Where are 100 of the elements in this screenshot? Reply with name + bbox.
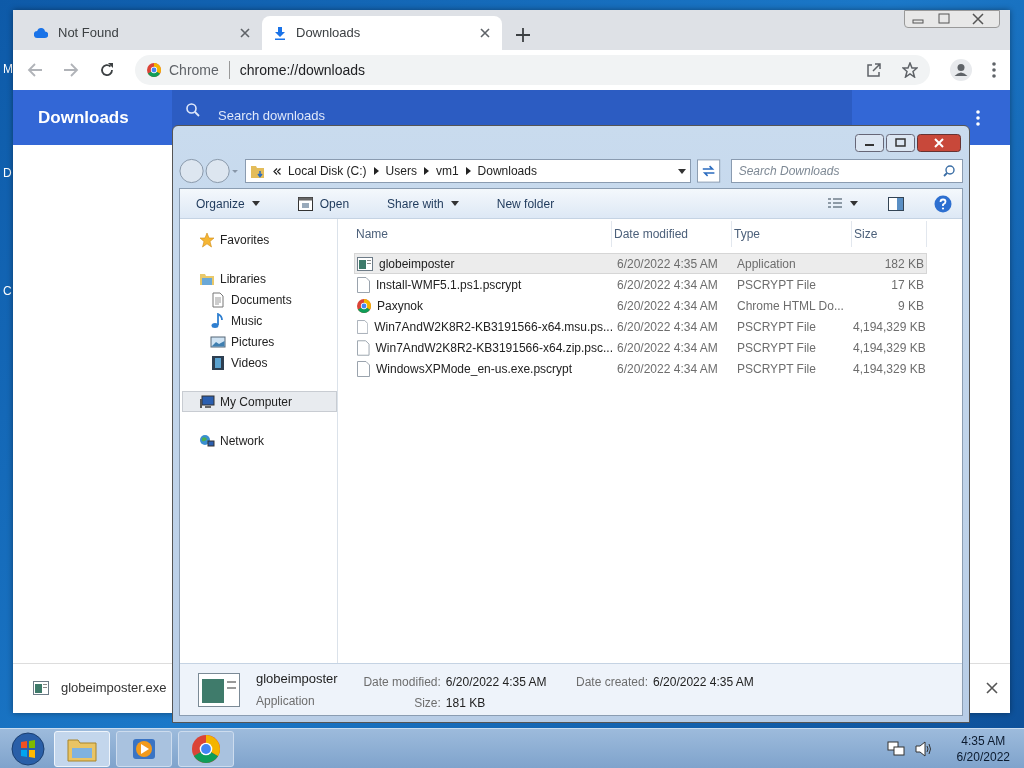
column-header[interactable]: Date modified xyxy=(612,221,732,247)
breadcrumb-item[interactable]: Downloads xyxy=(477,162,537,180)
file-name: Win7AndW2K8R2-KB3191566-x64.msu.ps... xyxy=(374,318,613,336)
new-tab-icon[interactable] xyxy=(516,28,530,42)
view-options-icon[interactable] xyxy=(828,197,858,210)
taskbar-button[interactable] xyxy=(116,730,172,767)
file-date: 6/20/2022 4:34 AM xyxy=(616,297,719,315)
page-title: Downloads xyxy=(38,106,130,129)
nav-item[interactable]: My Computer xyxy=(182,391,337,412)
file-row[interactable]: Paxynok 6/20/2022 4:34 AM Chrome HTML Do... 9 KB xyxy=(354,295,927,316)
nav-item[interactable]: Network xyxy=(182,430,337,451)
detail-value: 6/20/2022 4:35 AM xyxy=(653,674,754,691)
site-label: Chrome xyxy=(169,60,219,80)
breadcrumb-item[interactable]: vm1 xyxy=(435,162,459,180)
arrow-icon xyxy=(465,167,471,175)
browser-tab[interactable]: Not Found xyxy=(22,16,262,50)
file-size: 4,194,329 KB xyxy=(853,339,927,357)
menu-icon[interactable] xyxy=(992,62,996,78)
file-size: 4,194,329 KB xyxy=(853,318,927,336)
file-name: Paxynok xyxy=(377,297,424,315)
command-button[interactable]: Organize xyxy=(192,191,264,216)
document-icon xyxy=(210,291,226,308)
address-bar[interactable]: Chrome chrome://downloads xyxy=(135,55,930,85)
nav-item[interactable]: Favorites xyxy=(182,229,337,250)
tab-title: Not Found xyxy=(58,24,120,43)
search-icon xyxy=(186,103,200,117)
minimize-icon[interactable] xyxy=(855,134,884,152)
column-header[interactable]: Type xyxy=(732,221,852,247)
open-icon xyxy=(297,196,313,211)
more-icon[interactable] xyxy=(976,109,980,126)
network-icon[interactable] xyxy=(886,740,905,757)
computer-icon xyxy=(199,393,215,410)
taskbar-button[interactable] xyxy=(178,730,234,767)
application-icon xyxy=(33,680,49,695)
file-icon xyxy=(357,360,370,377)
clock[interactable]: 4:35 AM 6/20/2022 xyxy=(956,732,1010,765)
column-header[interactable]: Size xyxy=(852,221,927,247)
nav-item[interactable]: Pictures xyxy=(182,331,337,352)
desktop-icon-label: C xyxy=(3,283,12,300)
file-icon xyxy=(357,339,370,356)
file-name: WindowsXPMode_en-us.exe.pscrypt xyxy=(376,360,573,378)
search-field[interactable]: Search downloads xyxy=(172,90,852,130)
download-filename[interactable]: globeimposter.exe xyxy=(61,677,167,698)
nav-item[interactable]: Libraries xyxy=(182,268,337,289)
close-icon[interactable] xyxy=(240,28,250,38)
file-type: PSCRYPT File xyxy=(736,339,817,357)
arrow-icon xyxy=(373,167,379,175)
breadcrumb-item[interactable]: Local Disk (C:) xyxy=(287,162,367,180)
file-type: PSCRYPT File xyxy=(736,318,817,336)
nav-item[interactable]: Music xyxy=(182,310,337,331)
detail-label: Date modified: xyxy=(362,674,441,691)
command-button[interactable]: Share with xyxy=(383,191,463,216)
close-icon[interactable] xyxy=(480,28,490,38)
overflow-chevron-icon[interactable] xyxy=(272,167,281,175)
command-button[interactable]: Open xyxy=(293,191,354,216)
file-row[interactable]: Win7AndW2K8R2-KB3191566-x64.msu.ps... 6/20/2022 4:34 AM PSCRYPT File 4,194,329 KB xyxy=(354,316,927,337)
file-row[interactable]: Win7AndW2K8R2-KB3191566-x64.zip.psc... 6/20/2022 4:34 AM PSCRYPT File 4,194,329 KB xyxy=(354,337,927,358)
breadcrumb-item[interactable]: Users xyxy=(385,162,417,180)
chrome-site-icon xyxy=(147,63,161,77)
nav-item[interactable]: Videos xyxy=(182,352,337,373)
file-size: 17 KB xyxy=(890,276,925,294)
command-button[interactable]: New folder xyxy=(492,191,559,216)
search-field[interactable]: Search Downloads xyxy=(730,159,963,183)
nav-item[interactable]: Documents xyxy=(182,289,337,310)
maximize-icon[interactable] xyxy=(886,134,915,152)
selected-file-type: Application xyxy=(256,692,316,710)
speaker-icon[interactable] xyxy=(914,740,933,757)
caret-icon xyxy=(251,201,260,206)
reload-icon[interactable] xyxy=(99,62,115,78)
folder-icon xyxy=(249,163,266,179)
url-text: chrome://downloads xyxy=(239,60,367,80)
profile-icon[interactable] xyxy=(950,59,972,81)
close-icon[interactable] xyxy=(986,681,998,694)
chrome-icon xyxy=(357,298,371,313)
refresh-icon[interactable] xyxy=(697,159,721,183)
file-size: 9 KB xyxy=(897,297,925,315)
file-row[interactable]: Install-WMF5.1.ps1.pscrypt 6/20/2022 4:34 AM PSCRYPT File 17 KB xyxy=(354,274,927,295)
preview-pane-icon[interactable] xyxy=(888,196,904,211)
column-header[interactable]: Name xyxy=(354,221,612,247)
start-orb-icon[interactable] xyxy=(8,730,48,767)
file-name: Install-WMF5.1.ps1.pscrypt xyxy=(376,276,522,294)
address-bar[interactable]: Local Disk (C:) Users vm1 Downloads xyxy=(244,159,692,183)
file-type: PSCRYPT File xyxy=(736,360,817,378)
star-icon[interactable] xyxy=(902,62,918,78)
share-icon[interactable] xyxy=(866,62,882,78)
browser-tab[interactable]: Downloads xyxy=(262,16,502,50)
file-date: 6/20/2022 4:34 AM xyxy=(616,318,719,336)
file-row[interactable]: globeimposter 6/20/2022 4:35 AM Application 182 KB xyxy=(354,253,927,274)
film-icon xyxy=(210,354,226,371)
detail-value: 6/20/2022 4:35 AM xyxy=(445,674,548,691)
file-date: 6/20/2022 4:35 AM xyxy=(616,255,719,273)
music-note-icon xyxy=(210,312,226,329)
file-row[interactable]: WindowsXPMode_en-us.exe.pscrypt 6/20/2022 4:34 AM PSCRYPT File 4,194,329 KB xyxy=(354,358,927,379)
file-type: PSCRYPT File xyxy=(736,276,817,294)
detail-value: 181 KB xyxy=(445,695,487,712)
application-icon xyxy=(357,256,373,271)
application-icon xyxy=(198,672,240,707)
help-icon[interactable] xyxy=(934,194,952,213)
file-icon xyxy=(357,318,369,335)
close-icon[interactable] xyxy=(917,134,961,152)
